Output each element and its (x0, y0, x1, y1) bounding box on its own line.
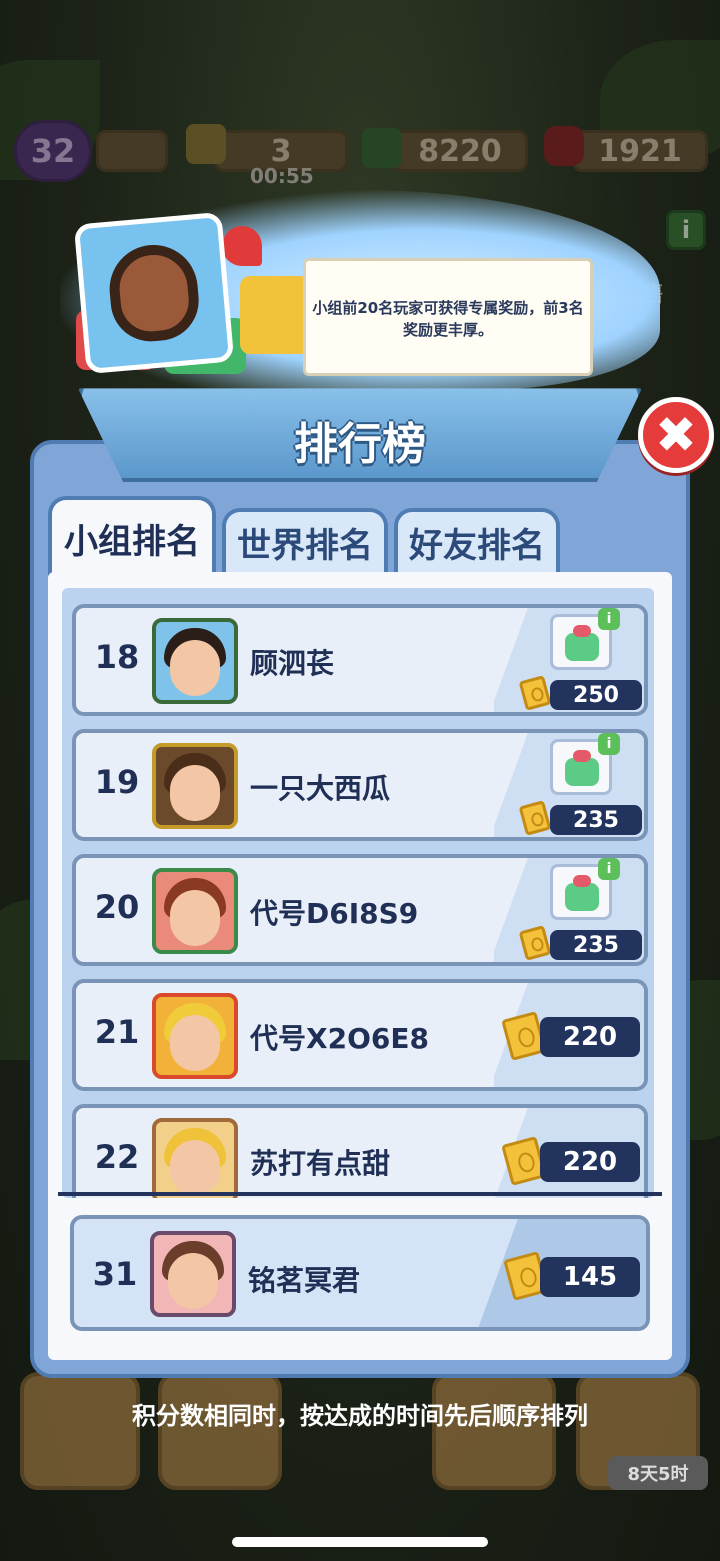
tab-world-ranking[interactable]: 世界排名 (222, 508, 388, 572)
rank-number: 20 (94, 888, 140, 926)
ranking-row[interactable]: 22 苏打有点甜 220 (72, 1104, 648, 1198)
rank-number: 22 (94, 1138, 140, 1176)
close-icon: ✖ (655, 406, 697, 464)
player-avatar[interactable] (152, 993, 238, 1079)
player-avatar[interactable] (152, 868, 238, 954)
footer-note: 积分数相同时，按达成的时间先后顺序排列 (132, 1402, 588, 1430)
player-avatar[interactable] (152, 618, 238, 704)
score-value: 235 (550, 930, 642, 960)
reward-avatar-icon (105, 241, 203, 345)
my-ranking-row[interactable]: 31 铭茗冥君 145 (70, 1215, 650, 1331)
player-name: 铭茗冥君 (248, 1264, 361, 1297)
ranking-row[interactable]: 20 代号D6I8S9 i 235 (72, 854, 648, 966)
ranking-row[interactable]: 19 一只大西瓜 i 235 (72, 729, 648, 841)
gift-info-icon[interactable]: i (598, 733, 620, 755)
gift-gold-icon (240, 276, 310, 354)
list-divider (58, 1192, 662, 1196)
score-value: 250 (550, 680, 642, 710)
tab-group-ranking[interactable]: 小组排名 (48, 496, 216, 576)
rank-number: 21 (94, 1013, 140, 1051)
player-avatar[interactable] (152, 1118, 238, 1198)
close-button[interactable]: ✖ (638, 397, 714, 473)
gift-box-icon (565, 633, 599, 661)
player-name: 一只大西瓜 (250, 772, 391, 805)
gift-box-icon (565, 883, 599, 911)
player-name: 苏打有点甜 (250, 1147, 391, 1180)
player-name: 代号X2O6E8 (250, 1022, 429, 1055)
player-name: 顾泗苌 (250, 647, 335, 680)
bottom-trophy-button[interactable] (158, 1372, 282, 1490)
bottom-back-button[interactable] (20, 1372, 140, 1490)
rank-number: 18 (94, 638, 140, 676)
score-value: 235 (550, 805, 642, 835)
reward-avatar-frame (73, 211, 235, 375)
tab-friend-ranking[interactable]: 好友排名 (394, 508, 560, 572)
reward-tooltip: 小组前20名玩家可获得专属奖励，前3名奖励更丰厚。 (303, 258, 593, 376)
ranking-row[interactable]: 21 代号X2O6E8 220 (72, 979, 648, 1091)
ranking-scroll-list[interactable]: 18 顾泗苌 i 250 19 一只大西瓜 i 235 20 代号D6I8S9 … (62, 588, 654, 1198)
gift-info-icon[interactable]: i (598, 858, 620, 880)
score-value: 220 (540, 1142, 640, 1182)
gift-box-icon (565, 758, 599, 786)
score-value: 220 (540, 1017, 640, 1057)
player-name: 代号D6I8S9 (250, 897, 419, 930)
event-timer-badge: 8天5时 (608, 1456, 708, 1490)
gift-info-icon[interactable]: i (598, 608, 620, 630)
rank-number: 31 (92, 1255, 138, 1293)
my-avatar[interactable] (150, 1231, 236, 1317)
ranking-row[interactable]: 18 顾泗苌 i 250 (72, 604, 648, 716)
home-indicator[interactable] (232, 1537, 488, 1547)
page-title: 排行榜 (294, 419, 426, 470)
ribbon-bow-icon (222, 226, 262, 266)
score-value: 145 (540, 1257, 640, 1297)
player-avatar[interactable] (152, 743, 238, 829)
bottom-shop-button[interactable] (432, 1372, 556, 1490)
rank-number: 19 (94, 763, 140, 801)
